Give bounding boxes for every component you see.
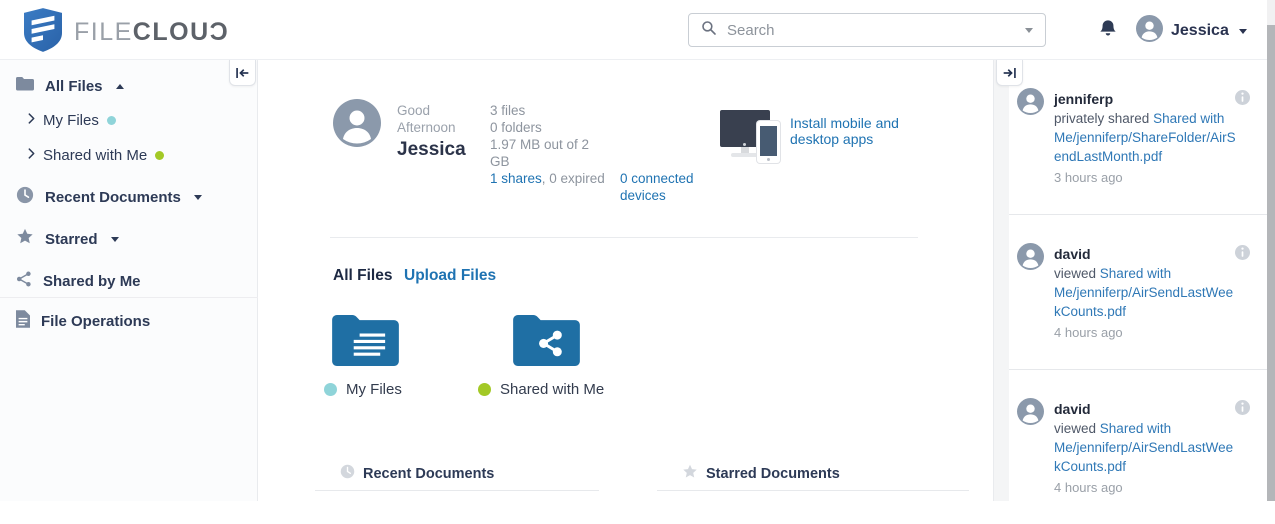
- info-icon[interactable]: [1235, 400, 1250, 420]
- folders-count: 0 folders: [490, 120, 542, 135]
- search-dropdown-caret-icon[interactable]: [1025, 27, 1033, 33]
- notifications-bell-icon[interactable]: [1098, 18, 1118, 46]
- activity-sidebar: jenniferp privately shared Shared with M…: [993, 60, 1275, 501]
- activity-timestamp: 4 hours ago: [1054, 480, 1123, 495]
- recent-documents-section-header: Recent Documents: [340, 464, 494, 484]
- install-apps-link[interactable]: Install mobile and desktop apps: [790, 115, 922, 147]
- shared-with-me-dot: [478, 383, 491, 396]
- user-avatar: [1017, 398, 1044, 430]
- expand-caret-icon: [193, 194, 202, 200]
- shared-with-me-dot: [155, 150, 165, 160]
- search-icon: [701, 20, 717, 41]
- starred-documents-section-header: Starred Documents: [682, 464, 840, 484]
- main-content: Good Afternoon Jessica 3 files 0 folders…: [258, 60, 993, 501]
- shares-line: 1 shares, 0 expired: [490, 171, 605, 186]
- sidebar-item-all-files[interactable]: All Files: [16, 75, 124, 97]
- greeting-user-name: Jessica: [397, 139, 466, 160]
- star-icon: [682, 464, 698, 484]
- activity-timestamp: 4 hours ago: [1054, 325, 1123, 340]
- tab-all-files[interactable]: All Files: [333, 267, 392, 285]
- info-icon[interactable]: [1235, 245, 1250, 265]
- my-files-tile-label[interactable]: My Files: [324, 381, 402, 398]
- scrollbar-thumb[interactable]: [1267, 25, 1275, 501]
- user-name: Jessica: [1171, 22, 1229, 39]
- storage-usage: 1.97 MB out of 2 GB: [490, 137, 590, 169]
- search-input[interactable]: [727, 21, 1025, 39]
- sidebar-item-recent-documents[interactable]: Recent Documents: [16, 186, 202, 208]
- collapse-caret-icon: [115, 83, 124, 89]
- page-scrollbar[interactable]: [1267, 0, 1275, 501]
- clock-icon: [340, 464, 355, 484]
- files-count: 3 files: [490, 103, 526, 118]
- activity-feed: jenniferp privately shared Shared with M…: [1009, 60, 1269, 501]
- collapse-right-sidebar-button[interactable]: [996, 60, 1023, 86]
- expand-caret-icon: [110, 236, 119, 242]
- search-bar[interactable]: [688, 13, 1046, 47]
- sidebar-item-shared-with-me[interactable]: Shared with Me: [28, 144, 165, 166]
- my-files-dot: [106, 115, 116, 125]
- shared-with-me-tile-label[interactable]: Shared with Me: [478, 381, 604, 398]
- left-sidebar: All Files My Files Shared with Me Recent…: [0, 60, 258, 501]
- my-files-dot: [324, 383, 337, 396]
- filecloud-logo[interactable]: FILECLOUƆ: [24, 8, 229, 57]
- recent-documents-card: [315, 490, 599, 501]
- sidebar-item-file-operations[interactable]: File Operations: [16, 309, 150, 333]
- activity-user-name: david: [1054, 401, 1091, 417]
- top-header: FILECLOUƆ Jessica: [0, 0, 1275, 60]
- phone-icon: [757, 121, 780, 163]
- sidebar-item-shared-by-me[interactable]: Shared by Me: [16, 270, 141, 292]
- connected-devices: 0 connected devices: [620, 170, 720, 204]
- shared-folder-icon[interactable]: [513, 313, 580, 371]
- activity-description: viewed Shared with Me/jenniferp/AirSendL…: [1054, 421, 1234, 474]
- user-menu-caret-icon: [1238, 28, 1247, 34]
- activity-description: privately shared Shared with Me/jennifer…: [1054, 111, 1236, 164]
- user-avatar: [1136, 15, 1163, 47]
- activity-item: david viewed Shared with Me/jenniferp/Ai…: [1009, 215, 1269, 370]
- clock-icon: [16, 186, 34, 209]
- content-divider: [330, 237, 918, 238]
- collapse-left-sidebar-button[interactable]: [229, 60, 256, 86]
- sidebar-item-starred[interactable]: Starred: [16, 228, 119, 250]
- greeting-avatar: [333, 99, 381, 152]
- tab-upload-files[interactable]: Upload Files: [404, 267, 496, 285]
- activity-user-name: david: [1054, 246, 1091, 262]
- info-icon[interactable]: [1235, 90, 1250, 110]
- activity-timestamp: 3 hours ago: [1054, 170, 1123, 185]
- chevron-right-icon: [28, 111, 35, 129]
- activity-item: jenniferp privately shared Shared with M…: [1009, 60, 1269, 215]
- folder-icon: [16, 76, 34, 96]
- starred-documents-card: [657, 490, 969, 501]
- user-avatar: [1017, 243, 1044, 275]
- greeting-text: Good Afternoon: [397, 103, 456, 135]
- sidebar-divider: [0, 297, 258, 298]
- my-files-folder-icon[interactable]: [332, 313, 399, 371]
- star-icon: [16, 228, 34, 250]
- document-icon: [16, 309, 30, 333]
- devices-illustration: [720, 108, 784, 168]
- filecloud-shield-icon: [24, 8, 62, 57]
- connected-devices-link[interactable]: 0 connected devices: [620, 171, 694, 203]
- share-icon: [16, 271, 32, 292]
- shares-link[interactable]: 1 shares: [490, 171, 542, 186]
- sidebar-item-my-files[interactable]: My Files: [28, 109, 116, 131]
- chevron-right-icon: [28, 146, 35, 164]
- account-stats: 3 files 0 folders 1.97 MB out of 2 GB 1 …: [490, 102, 606, 187]
- brand-text: FILECLOUƆ: [74, 18, 230, 46]
- activity-user-name: jenniferp: [1054, 91, 1114, 107]
- user-menu[interactable]: Jessica: [1136, 15, 1247, 47]
- activity-description: viewed Shared with Me/jenniferp/AirSendL…: [1054, 266, 1234, 319]
- user-avatar: [1017, 88, 1044, 120]
